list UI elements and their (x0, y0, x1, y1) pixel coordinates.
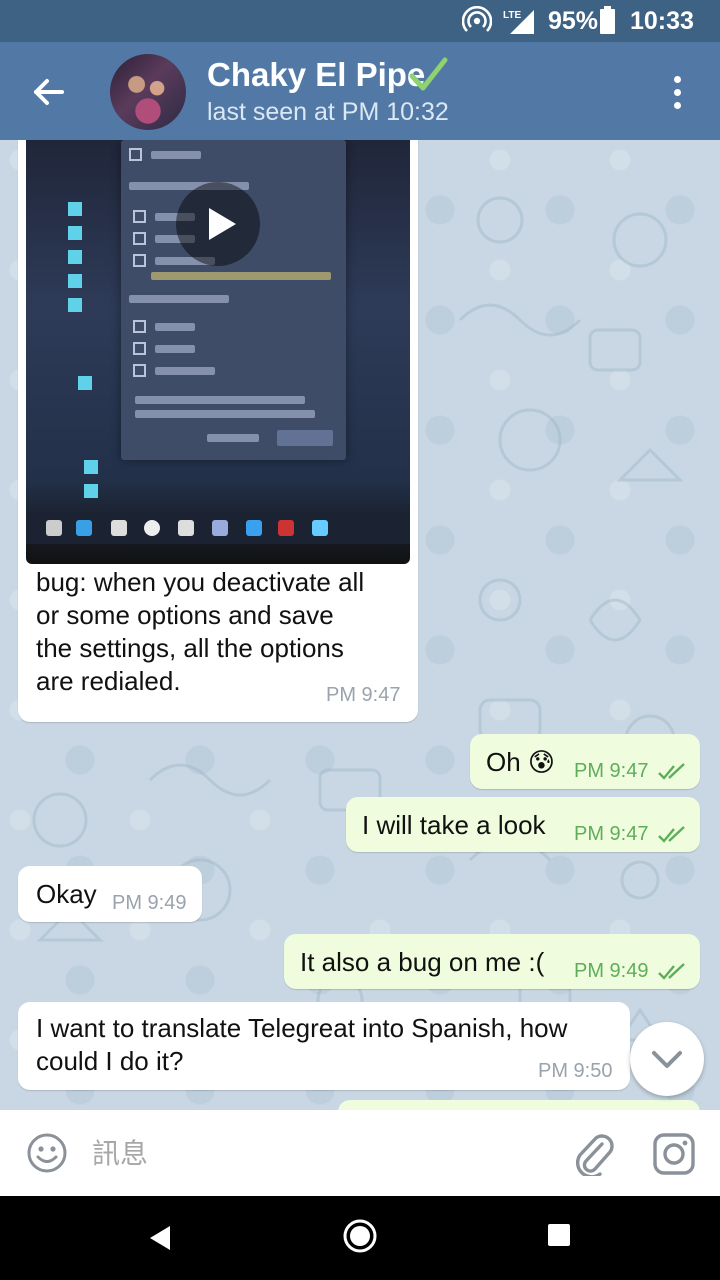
status-bar: LTE 95% 10:33 (0, 0, 720, 42)
message-text: Oh 😰 (486, 747, 556, 777)
hotspot-icon (462, 6, 492, 32)
last-seen-status: last seen at PM 10:32 (207, 98, 449, 126)
system-nav-bar (0, 1196, 720, 1280)
battery-icon (600, 6, 615, 34)
incoming-message[interactable]: Okay PM 9:49 (18, 866, 202, 922)
nav-back-icon[interactable] (146, 1222, 174, 1254)
instagram-camera-icon[interactable] (652, 1132, 696, 1176)
incoming-message[interactable]: I want to translate Telegreat into Spani… (18, 1002, 630, 1090)
read-receipt-icon (658, 963, 685, 980)
avatar[interactable] (110, 54, 186, 130)
verified-check-icon (409, 57, 448, 91)
message-text: It also a bug on me :( (300, 947, 545, 977)
scroll-down-button[interactable] (630, 1022, 704, 1096)
battery-percent: 95% (548, 7, 599, 35)
message-time: PM 9:47 (574, 823, 649, 845)
play-button[interactable] (176, 182, 260, 266)
back-button[interactable] (22, 66, 74, 118)
message-time: PM 9:49 (574, 960, 649, 982)
message-text: bug: when you deactivate all or some opt… (36, 567, 365, 696)
signal-icon: LTE (503, 10, 534, 34)
message-input[interactable] (92, 1130, 532, 1176)
read-receipt-icon (658, 826, 685, 843)
chat-title[interactable]: Chaky El Pipe (207, 56, 425, 94)
outgoing-message[interactable]: It also a bug on me :( PM 9:49 (284, 934, 700, 989)
incoming-video-message[interactable]: bug: when you deactivate all or some opt… (18, 140, 418, 722)
message-time: PM 9:47 (326, 684, 401, 706)
message-text: I will take a look (362, 810, 546, 840)
nav-recents-icon[interactable] (548, 1224, 570, 1246)
outgoing-message[interactable]: I will take a look PM 9:47 (346, 797, 700, 852)
message-composer (0, 1110, 720, 1196)
video-thumbnail[interactable] (26, 140, 410, 564)
message-list[interactable]: bug: when you deactivate all or some opt… (0, 140, 720, 1110)
chevron-down-icon (652, 1051, 682, 1068)
arrow-left-icon (34, 79, 64, 105)
outgoing-message[interactable]: Oh 😰 PM 9:47 (470, 734, 700, 789)
network-type: LTE (503, 10, 521, 21)
nav-home-icon[interactable] (342, 1218, 378, 1254)
message-time: PM 9:49 (112, 892, 187, 914)
play-icon (209, 208, 236, 240)
message-text: Okay (36, 879, 97, 909)
read-receipt-icon (658, 763, 685, 780)
video-taskbar (26, 512, 410, 544)
paperclip-icon[interactable] (572, 1130, 614, 1176)
message-time: PM 9:50 (538, 1060, 613, 1082)
message-time: PM 9:47 (574, 760, 649, 782)
chat-header: Chaky El Pipe last seen at PM 10:32 (0, 42, 720, 140)
clock: 10:33 (630, 7, 694, 35)
outgoing-message-partial[interactable] (338, 1100, 700, 1110)
more-vertical-icon[interactable] (664, 70, 692, 114)
smile-icon[interactable] (26, 1132, 68, 1174)
